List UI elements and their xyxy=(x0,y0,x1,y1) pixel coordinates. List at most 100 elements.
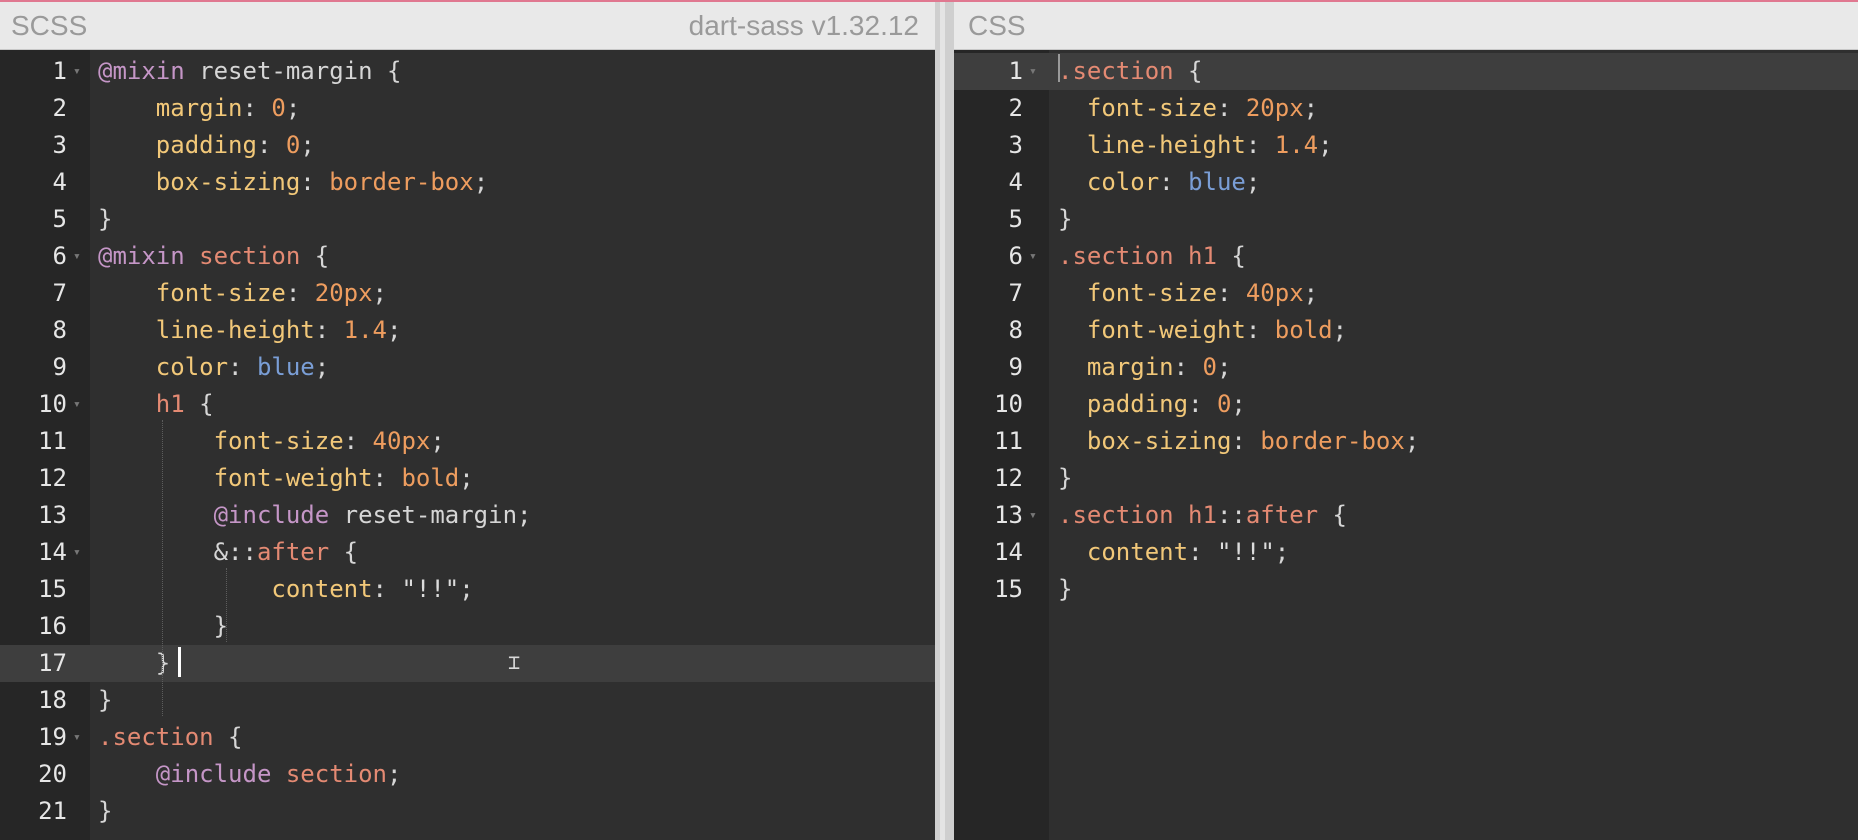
code-text: } xyxy=(1058,464,1073,492)
code-text: font-weight: bold; xyxy=(213,464,474,492)
code-line[interactable]: 20 @include section; xyxy=(0,756,935,793)
code-line[interactable]: 5} xyxy=(0,201,935,238)
code-text: font-weight: bold; xyxy=(1086,316,1348,344)
code-line[interactable]: 17 } xyxy=(0,645,935,682)
code-text: .section h1::after { xyxy=(1058,501,1348,529)
fold-toggle-icon[interactable]: ▾ xyxy=(73,53,81,90)
code-line[interactable]: 6 ▾ @mixin section { xyxy=(0,238,935,275)
line-number: 3 xyxy=(52,131,67,159)
compiler-version[interactable]: dart-sass v1.32.12 xyxy=(689,10,919,42)
line-number: 3 xyxy=(1008,131,1023,159)
code-text: content: "!!"; xyxy=(1086,538,1290,566)
code-line[interactable]: 18} xyxy=(0,682,935,719)
code-text: font-size: 20px; xyxy=(155,279,387,307)
code-line[interactable]: 13 @include reset-margin; xyxy=(0,497,935,534)
code-text: } xyxy=(98,797,113,825)
line-number: 8 xyxy=(52,316,67,344)
code-text: } xyxy=(213,612,229,640)
code-line[interactable]: 12 font-weight: bold; xyxy=(0,460,935,497)
css-editor[interactable]: 1 ▾ .section {2 font-size: 20px; 3 line-hei… xyxy=(954,50,1858,840)
code-line[interactable]: 21} xyxy=(0,793,935,830)
code-line[interactable]: 4 color: blue; xyxy=(954,164,1858,201)
code-line[interactable]: 16 } xyxy=(0,608,935,645)
code-line[interactable]: 3 line-height: 1.4; xyxy=(954,127,1858,164)
code-text: margin: 0; xyxy=(155,94,301,122)
code-text: font-size: 40px; xyxy=(1086,279,1319,307)
code-line[interactable]: 11 font-size: 40px; xyxy=(0,423,935,460)
code-text: @mixin section { xyxy=(98,242,330,270)
line-number: 5 xyxy=(52,205,67,233)
code-text: padding: 0; xyxy=(155,131,315,159)
line-number: 11 xyxy=(994,427,1023,455)
code-line[interactable]: 3 padding: 0; xyxy=(0,127,935,164)
line-number: 2 xyxy=(1008,94,1023,122)
code-text: .section { xyxy=(98,723,243,751)
code-text: padding: 0; xyxy=(1086,390,1246,418)
line-number: 12 xyxy=(994,464,1023,492)
code-text: .section { xyxy=(1058,57,1203,85)
code-line[interactable]: 19 ▾ .section { xyxy=(0,719,935,756)
fold-toggle-icon[interactable]: ▾ xyxy=(73,534,81,571)
indent-guide xyxy=(226,568,227,642)
line-number: 12 xyxy=(38,464,67,492)
code-text: line-height: 1.4; xyxy=(155,316,402,344)
code-line[interactable]: 14 ▾ &::after { xyxy=(0,534,935,571)
code-line[interactable]: 12} xyxy=(954,460,1858,497)
code-line[interactable]: 6 ▾ .section h1 { xyxy=(954,238,1858,275)
line-number: 6 xyxy=(52,242,67,270)
scss-pane: SCSS dart-sass v1.32.12 1 ▾ @mixin reset-m… xyxy=(0,2,935,840)
line-number: 1 xyxy=(52,57,67,85)
scss-pane-title: SCSS xyxy=(11,10,88,41)
code-line[interactable]: 2 font-size: 20px; xyxy=(954,90,1858,127)
code-line[interactable]: 11 box-sizing: border-box; xyxy=(954,423,1858,460)
code-line[interactable]: 1 ▾ .section { xyxy=(954,53,1858,90)
code-text: } xyxy=(155,649,171,677)
fold-toggle-icon[interactable]: ▾ xyxy=(1029,238,1037,275)
css-pane-title: CSS xyxy=(968,10,1026,41)
line-number: 14 xyxy=(38,538,67,566)
code-line[interactable]: 8 line-height: 1.4; xyxy=(0,312,935,349)
line-number: 14 xyxy=(994,538,1023,566)
code-text: @mixin reset-margin { xyxy=(98,57,402,85)
line-number: 2 xyxy=(52,94,67,122)
code-text: @include reset-margin; xyxy=(213,501,532,529)
fold-toggle-icon[interactable]: ▾ xyxy=(1029,497,1037,534)
code-line[interactable]: 4 box-sizing: border-box; xyxy=(0,164,935,201)
code-line[interactable]: 5} xyxy=(954,201,1858,238)
code-line[interactable]: 14 content: "!!"; xyxy=(954,534,1858,571)
code-text: margin: 0; xyxy=(1086,353,1232,381)
line-number: 15 xyxy=(38,575,67,603)
fold-toggle-icon[interactable]: ▾ xyxy=(73,719,81,756)
code-line[interactable]: 7 font-size: 20px; xyxy=(0,275,935,312)
code-line[interactable]: 15 content: "!!"; xyxy=(0,571,935,608)
code-line[interactable]: 10 ▾ h1 { xyxy=(0,386,935,423)
line-number: 9 xyxy=(52,353,67,381)
code-text: .section h1 { xyxy=(1058,242,1246,270)
pane-splitter[interactable] xyxy=(935,2,954,840)
line-number: 10 xyxy=(994,390,1023,418)
fold-toggle-icon[interactable]: ▾ xyxy=(73,238,81,275)
code-line[interactable]: 8 font-weight: bold; xyxy=(954,312,1858,349)
code-text: } xyxy=(98,205,113,233)
line-number: 13 xyxy=(38,501,67,529)
line-number: 21 xyxy=(38,797,67,825)
code-text: color: blue; xyxy=(1086,168,1261,196)
code-line[interactable]: 10 padding: 0; xyxy=(954,386,1858,423)
code-line[interactable]: 13 ▾ .section h1::after { xyxy=(954,497,1858,534)
scss-editor[interactable]: 1 ▾ @mixin reset-margin {2 margin: 0; 3 pad… xyxy=(0,50,935,840)
code-text: font-size: 20px; xyxy=(1086,94,1319,122)
code-line[interactable]: 2 margin: 0; xyxy=(0,90,935,127)
code-text: box-sizing: border-box; xyxy=(1086,427,1420,455)
code-line[interactable]: 9 margin: 0; xyxy=(954,349,1858,386)
code-line[interactable]: 9 color: blue; xyxy=(0,349,935,386)
line-number: 10 xyxy=(38,390,67,418)
fold-toggle-icon[interactable]: ▾ xyxy=(73,386,81,423)
code-line[interactable]: 7 font-size: 40px; xyxy=(954,275,1858,312)
text-caret xyxy=(1058,54,1060,82)
code-text: } xyxy=(1058,575,1073,603)
code-line[interactable]: 15} xyxy=(954,571,1858,608)
fold-toggle-icon[interactable]: ▾ xyxy=(1029,53,1037,90)
line-number: 7 xyxy=(1008,279,1023,307)
indent-guide xyxy=(162,420,163,716)
code-line[interactable]: 1 ▾ @mixin reset-margin { xyxy=(0,53,935,90)
